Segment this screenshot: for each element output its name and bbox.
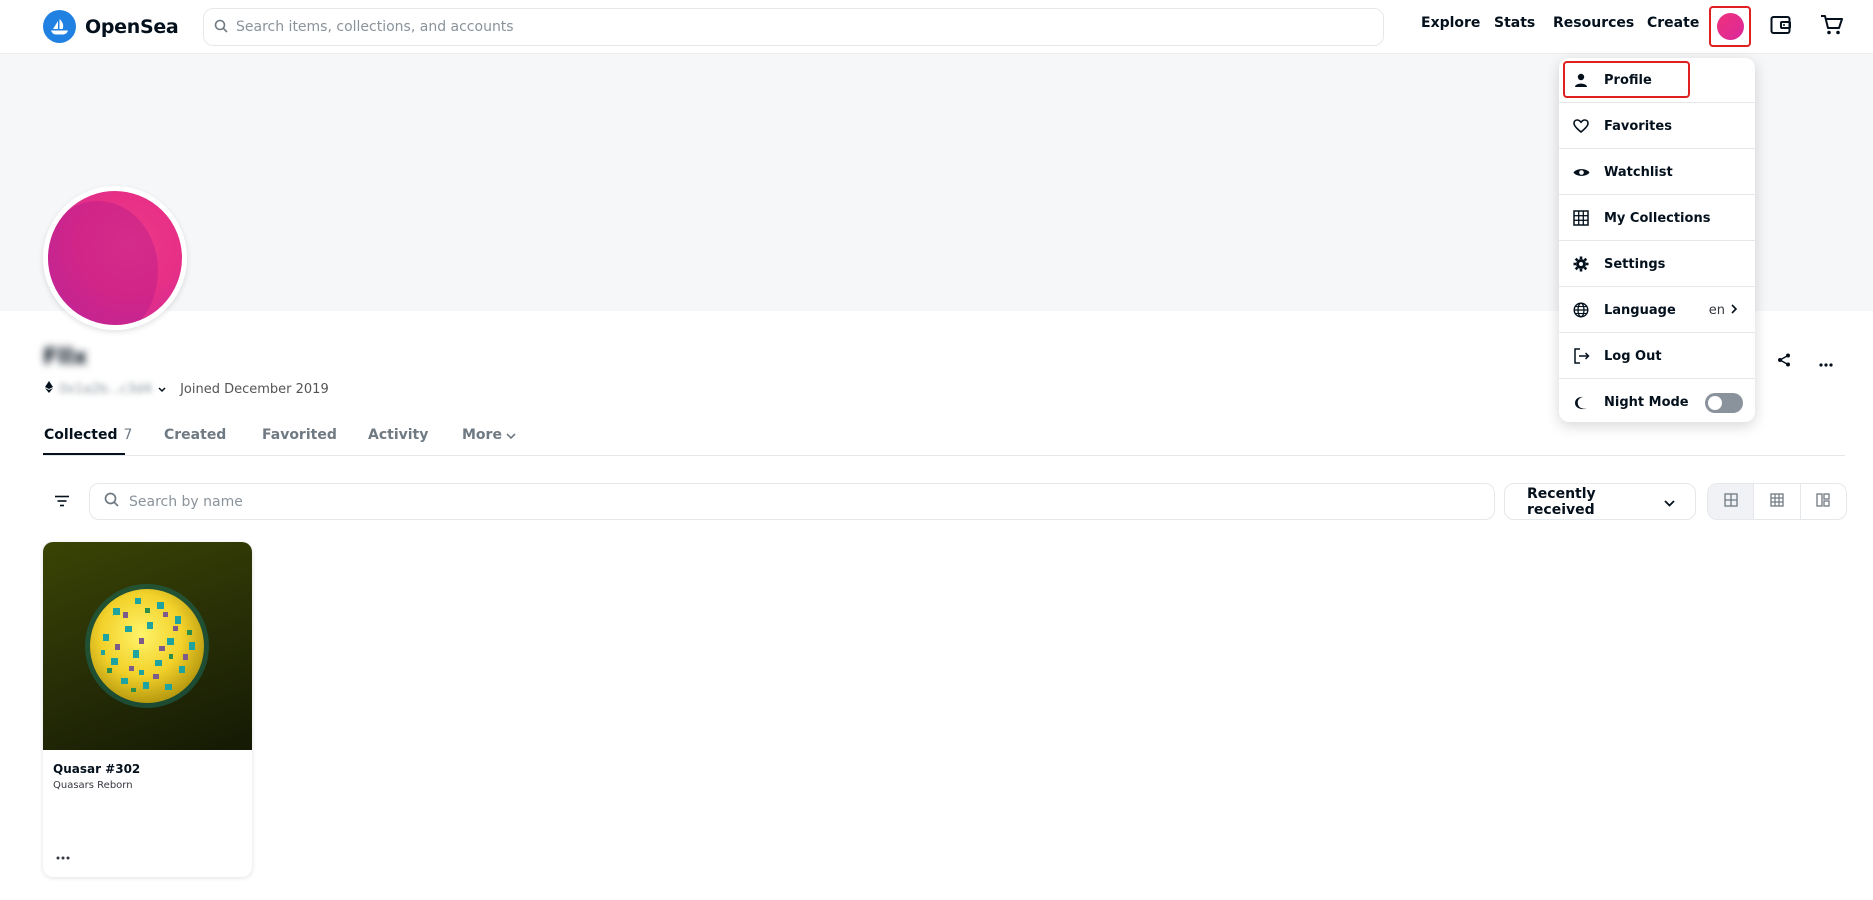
- menu-label-settings: Settings: [1604, 256, 1666, 272]
- opensea-boat-icon: [43, 10, 76, 43]
- nft-image[interactable]: [43, 542, 252, 750]
- opensea-logo[interactable]: OpenSea: [43, 10, 179, 43]
- grid-small-icon: [1770, 492, 1784, 511]
- active-tab-indicator: [43, 453, 125, 455]
- tab-activity[interactable]: Activity: [368, 427, 428, 443]
- search-icon: [104, 492, 119, 511]
- menu-item-watchlist[interactable]: Watchlist: [1559, 150, 1755, 195]
- tab-created[interactable]: Created: [164, 427, 226, 443]
- account-dropdown-menu: Profile Favorites Watchlist My Collectio…: [1559, 58, 1755, 422]
- menu-label-favorites: Favorites: [1604, 118, 1672, 134]
- heart-icon: [1572, 117, 1590, 135]
- ellipsis-icon: [56, 848, 70, 864]
- collected-count: 7: [123, 427, 133, 443]
- menu-item-language[interactable]: Language en: [1559, 288, 1755, 333]
- wallet-icon: [1770, 15, 1792, 39]
- cart-button[interactable]: [1817, 12, 1847, 42]
- language-code: en: [1708, 302, 1725, 318]
- view-mode-toggle: [1707, 483, 1847, 520]
- eye-icon: [1572, 163, 1590, 181]
- sort-value: Recently received: [1527, 485, 1596, 518]
- chevron-down-icon: [506, 427, 516, 443]
- wallet-button[interactable]: [1766, 12, 1796, 42]
- tab-more[interactable]: More: [462, 427, 516, 443]
- name-search-placeholder: Search by name: [129, 493, 243, 510]
- language-value: en: [1708, 302, 1738, 318]
- nav-resources[interactable]: Resources: [1553, 15, 1634, 31]
- tab-favorited[interactable]: Favorited: [262, 427, 337, 443]
- global-search-input[interactable]: Search items, collections, and accounts: [203, 8, 1384, 46]
- quasar-artwork: [85, 584, 209, 708]
- sort-dropdown[interactable]: Recently received: [1504, 483, 1696, 520]
- search-placeholder: Search items, collections, and accounts: [236, 19, 514, 35]
- menu-label-my-collections: My Collections: [1604, 210, 1711, 226]
- menu-item-night-mode[interactable]: Night Mode: [1559, 380, 1755, 425]
- menu-item-favorites[interactable]: Favorites: [1559, 104, 1755, 149]
- menu-item-profile[interactable]: Profile: [1559, 58, 1755, 103]
- card-options-button[interactable]: [56, 848, 70, 864]
- tab-more-label: More: [462, 427, 502, 443]
- top-header: OpenSea Search items, collections, and a…: [0, 0, 1873, 54]
- account-avatar-button[interactable]: [1709, 6, 1751, 47]
- grid-icon: [1572, 209, 1590, 227]
- tab-collected-label: Collected: [44, 427, 118, 443]
- chevron-down-icon: [1664, 492, 1675, 511]
- ellipsis-icon: [1819, 351, 1833, 372]
- toggle-knob: [1708, 395, 1722, 410]
- nav-stats[interactable]: Stats: [1494, 15, 1535, 31]
- menu-label-night-mode: Night Mode: [1604, 395, 1689, 410]
- mosaic-icon: [1816, 492, 1830, 511]
- menu-label-language: Language: [1604, 302, 1676, 318]
- night-mode-toggle[interactable]: [1705, 392, 1743, 413]
- cart-icon: [1820, 14, 1844, 40]
- profile-avatar[interactable]: [43, 186, 187, 330]
- chevron-right-icon: [1731, 303, 1738, 318]
- share-icon: [1777, 352, 1791, 371]
- view-large-grid-button[interactable]: [1708, 484, 1755, 519]
- view-small-grid-button[interactable]: [1754, 484, 1801, 519]
- search-icon: [214, 18, 228, 37]
- grid-large-icon: [1724, 492, 1738, 511]
- logout-icon: [1572, 347, 1590, 365]
- menu-label-log-out: Log Out: [1604, 348, 1662, 364]
- gear-icon: [1572, 255, 1590, 273]
- nft-title: Quasar #302: [53, 762, 141, 776]
- menu-item-log-out[interactable]: Log Out: [1559, 334, 1755, 379]
- nft-collection: Quasars Reborn: [53, 780, 133, 791]
- wallet-address[interactable]: 0x1a2b...c3d4: [59, 382, 152, 397]
- filter-icon: [54, 492, 70, 511]
- menu-item-my-collections[interactable]: My Collections: [1559, 196, 1755, 241]
- nav-create[interactable]: Create: [1647, 15, 1699, 31]
- more-options-button[interactable]: [1815, 350, 1837, 372]
- nft-card[interactable]: Quasar #302 Quasars Reborn: [43, 542, 252, 877]
- address-row: 0x1a2b...c3d4 Joined December 2019: [45, 381, 329, 397]
- filter-toggle-button[interactable]: [50, 489, 74, 513]
- logo-text: OpenSea: [85, 15, 179, 38]
- ethereum-icon: [45, 381, 53, 397]
- menu-label-watchlist: Watchlist: [1604, 164, 1673, 180]
- moon-icon: [1572, 394, 1590, 412]
- view-mosaic-button[interactable]: [1801, 484, 1846, 519]
- tab-collected[interactable]: Collected 7: [44, 427, 132, 443]
- profile-highlight-box: [1563, 61, 1690, 98]
- nav-explore[interactable]: Explore: [1421, 15, 1480, 31]
- name-search-input[interactable]: Search by name: [89, 483, 1495, 520]
- share-button[interactable]: [1773, 350, 1795, 372]
- menu-item-settings[interactable]: Settings: [1559, 242, 1755, 287]
- joined-date: Joined December 2019: [180, 381, 329, 397]
- profile-name: Fllx: [43, 345, 88, 370]
- avatar: [1716, 13, 1744, 40]
- profile-tabs: Collected 7 Created Favorited Activity Mo…: [43, 420, 1845, 456]
- chevron-down-icon[interactable]: [158, 382, 166, 397]
- globe-icon: [1572, 301, 1590, 319]
